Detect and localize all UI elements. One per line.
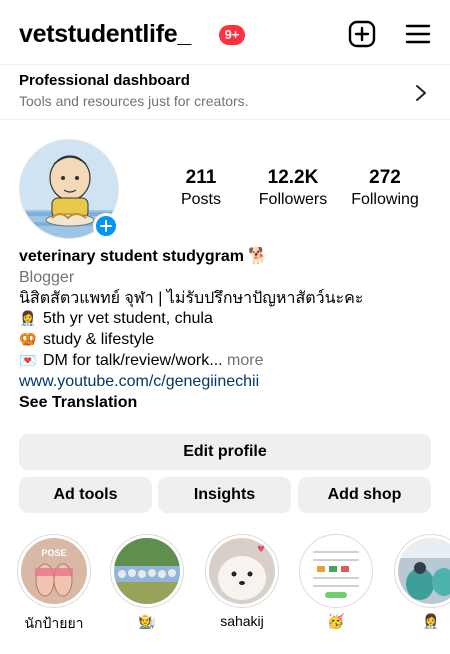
create-post-button[interactable] xyxy=(348,20,376,48)
svg-text:♥: ♥ xyxy=(257,545,265,555)
highlight-ring[interactable] xyxy=(394,534,450,608)
more-link[interactable]: more xyxy=(227,352,263,369)
highlight-ring[interactable] xyxy=(110,534,184,608)
posts-count: 211 xyxy=(185,167,217,188)
posts-label: Posts xyxy=(180,191,221,208)
add-shop-button[interactable]: Add shop xyxy=(298,477,431,513)
bio-external-link[interactable]: www.youtube.com/c/genegiinechii xyxy=(19,372,439,393)
dog-emoji-icon: 🐕 xyxy=(248,246,269,265)
highlight-item[interactable]: ♥ sahakij xyxy=(205,534,279,629)
bio-line-lifestyle-text: study & lifestyle xyxy=(43,331,155,349)
followers-stat[interactable]: 12.2K Followers xyxy=(248,167,338,209)
edit-profile-button[interactable]: Edit profile xyxy=(19,434,431,470)
highlight-item[interactable]: 🧑‍🌾 xyxy=(110,534,184,630)
white-dog-thumbnail: ♥ xyxy=(209,538,275,604)
dashboard-subtitle: Tools and resources just for creators. xyxy=(19,93,249,109)
highlight-ring[interactable]: POSE xyxy=(17,534,91,608)
display-name-line: veterinary student studygram 🐕 xyxy=(19,246,439,268)
category-label: Blogger xyxy=(19,268,75,286)
followers-label: Followers xyxy=(258,191,328,208)
highlight-item[interactable]: POSE นักป้ายยา xyxy=(17,534,91,635)
highlight-label: 🥳 xyxy=(327,613,345,629)
menu-button[interactable] xyxy=(404,20,432,48)
highlight-label: sahakij xyxy=(220,613,264,629)
chevron-right-icon xyxy=(416,85,426,101)
health-worker-emoji-icon: 👩‍⚕️ xyxy=(19,311,37,328)
profile-bio: veterinary student studygram 🐕 Blogger น… xyxy=(19,246,439,413)
group-photo-thumbnail xyxy=(114,538,180,604)
followers-count: 12.2K xyxy=(267,167,319,188)
following-stat[interactable]: 272 Following xyxy=(340,167,430,209)
bio-line-student: 👩‍⚕️ 5th yr vet student, chula xyxy=(19,309,439,330)
hamburger-menu-icon xyxy=(405,24,431,44)
bio-line-student-text: 5th yr vet student, chula xyxy=(43,310,213,328)
svg-text:POSE: POSE xyxy=(41,548,66,558)
plus-circle-icon xyxy=(100,220,112,232)
profile-avatar-wrapper[interactable] xyxy=(19,139,119,239)
highlight-item[interactable]: 🥳 xyxy=(299,534,373,630)
highlight-item[interactable]: 👩‍⚕️ xyxy=(394,534,450,630)
dashboard-title: Professional dashboard xyxy=(19,72,190,89)
hospital-thumbnail xyxy=(398,538,450,604)
love-letter-emoji-icon: 💌 xyxy=(19,352,37,369)
notification-badge[interactable]: 9+ xyxy=(219,25,245,45)
ad-tools-button[interactable]: Ad tools xyxy=(19,477,152,513)
top-bar: vetstudentlife_ 9+ xyxy=(0,0,450,64)
feet-pose-thumbnail: POSE xyxy=(21,538,87,604)
plus-square-icon xyxy=(348,20,376,48)
highlight-ring[interactable] xyxy=(299,534,373,608)
bio-line-dm: 💌 DM for talk/review/work... more xyxy=(19,351,439,372)
following-label: Following xyxy=(351,191,419,208)
display-name: veterinary student studygram xyxy=(19,248,244,265)
bio-line-thai: นิสิตสัตวแพทย์ จุฬา | ไม่รับปรึกษาปัญหาส… xyxy=(19,289,364,307)
document-thumbnail xyxy=(303,538,369,604)
account-username[interactable]: vetstudentlife_ xyxy=(19,20,191,49)
highlight-ring[interactable]: ♥ xyxy=(205,534,279,608)
highlight-label: 🧑‍🌾 xyxy=(138,613,156,629)
insights-button[interactable]: Insights xyxy=(158,477,291,513)
add-story-button[interactable] xyxy=(93,213,119,239)
bio-line-lifestyle: 🥨 study & lifestyle xyxy=(19,330,439,351)
see-translation-link[interactable]: See Translation xyxy=(19,393,439,414)
pretzel-emoji-icon: 🥨 xyxy=(19,332,37,349)
highlight-label: 👩‍⚕️ xyxy=(422,613,440,629)
highlight-label: นักป้ายยา xyxy=(24,615,84,631)
bio-line-dm-text: DM for talk/review/work... xyxy=(43,351,223,369)
professional-dashboard-row[interactable]: Professional dashboard Tools and resourc… xyxy=(0,64,450,120)
following-count: 272 xyxy=(369,167,401,188)
posts-stat[interactable]: 211 Posts xyxy=(156,167,246,209)
